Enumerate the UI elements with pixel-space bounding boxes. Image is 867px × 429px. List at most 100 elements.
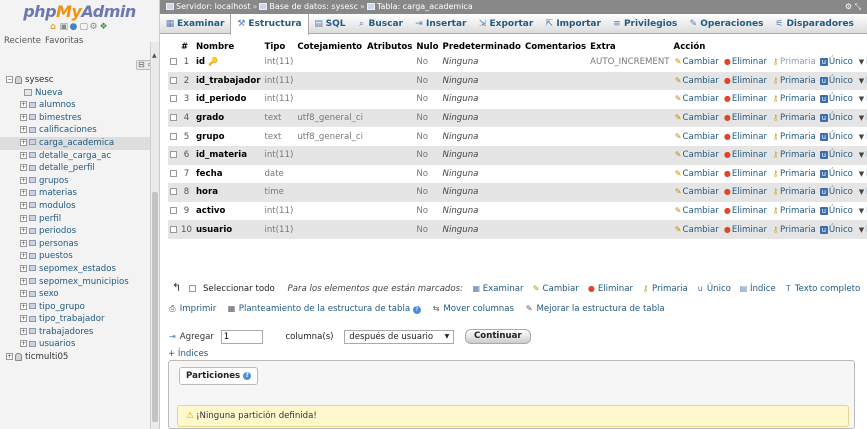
nav-table-detalle_perfil[interactable]: + detalle_perfil — [0, 162, 150, 175]
change-column-link[interactable]: ✎Cambiar — [674, 169, 719, 179]
row-checkbox[interactable] — [170, 169, 177, 177]
select-all-checkbox[interactable] — [189, 285, 197, 292]
tab-estructura[interactable]: ⚒ Estructura — [230, 14, 309, 35]
row-checkbox[interactable] — [170, 76, 177, 84]
tab-disparadores[interactable]: ⚟ Disparadores — [769, 14, 859, 34]
nav-table-puestos[interactable]: + puestos — [0, 250, 150, 263]
nav-table-detalle_carga_ac[interactable]: + detalle_carga_ac — [0, 150, 150, 163]
change-column-link[interactable]: ✎Cambiar — [674, 150, 719, 160]
bulk-primaria-button[interactable]: ⚷ Primaria — [641, 284, 688, 294]
breadcrumb-database[interactable]: Base de datos: sysesc — [269, 2, 358, 11]
row-checkbox[interactable] — [170, 207, 177, 215]
nav-table-carga_academica[interactable]: + carga_academica — [0, 136, 150, 150]
change-column-link[interactable]: ✎Cambiar — [674, 94, 719, 104]
drop-column-link[interactable]: ●Eliminar — [723, 206, 767, 216]
change-column-link[interactable]: ✎Cambiar — [674, 187, 719, 197]
bulk-examinar-button[interactable]: ▦ Examinar — [472, 284, 523, 294]
expand-icon[interactable]: + — [20, 290, 27, 298]
expand-icon[interactable]: − — [6, 76, 13, 83]
drop-column-link[interactable]: ●Eliminar — [723, 169, 767, 179]
more-actions-dropdown[interactable]: ▼Más — [857, 187, 867, 197]
expand-icon[interactable]: + — [20, 113, 27, 121]
nav-table-perfil[interactable]: + perfil — [0, 213, 150, 226]
bulk-eliminar-button[interactable]: ● Eliminar — [587, 284, 633, 294]
expand-icon[interactable]: + — [20, 189, 27, 197]
primary-key-link[interactable]: ⚷ Primaria — [771, 76, 816, 86]
unique-link[interactable]: u Único — [819, 169, 853, 179]
docs-icon[interactable]: ▢ — [80, 22, 90, 32]
propose-structure-link[interactable]: ▦ Planteamiento de la estructura de tabl… — [227, 304, 421, 314]
change-column-link[interactable]: ✎Cambiar — [674, 76, 719, 86]
unique-link[interactable]: u Único — [819, 132, 853, 142]
expand-icon[interactable]: + — [20, 201, 27, 209]
column-name[interactable]: fecha — [196, 169, 223, 179]
nav-table-tipo_grupo[interactable]: + tipo_grupo — [0, 301, 150, 314]
nav-tab-recent[interactable]: Reciente — [4, 36, 41, 46]
more-actions-dropdown[interactable]: ▼Más — [857, 169, 867, 179]
drop-column-link[interactable]: ●Eliminar — [723, 113, 767, 123]
nav-scrollbar[interactable]: ▲ — [150, 42, 159, 429]
primary-key-link[interactable]: ⚷ Primaria — [771, 113, 816, 123]
nav-table-grupos[interactable]: + grupos — [0, 175, 150, 188]
column-name[interactable]: activo — [196, 206, 225, 216]
drop-column-link[interactable]: ●Eliminar — [723, 187, 767, 197]
bulk-único-button[interactable]: u Único — [696, 284, 731, 294]
nav-table-sexo[interactable]: + sexo — [0, 288, 150, 301]
row-checkbox[interactable] — [170, 151, 177, 159]
expand-icon[interactable]: + — [20, 164, 27, 172]
move-columns-link[interactable]: ⇆ Mover columnas — [432, 304, 514, 314]
tab-operaciones[interactable]: ✎ Operaciones — [683, 14, 769, 34]
help-icon[interactable]: ? — [412, 306, 421, 314]
bulk-cambiar-button[interactable]: ✎ Cambiar — [532, 284, 579, 294]
unique-link[interactable]: u Único — [819, 113, 853, 123]
primary-key-link[interactable]: ⚷ Primaria — [771, 150, 816, 160]
expand-icon[interactable]: + — [6, 353, 13, 361]
primary-key-link[interactable]: ⚷ Primaria — [771, 132, 816, 142]
primary-key-link[interactable]: ⚷ Primaria — [771, 169, 816, 179]
unique-link[interactable]: u Único — [819, 94, 853, 104]
more-actions-dropdown[interactable]: ▼Más — [857, 132, 867, 142]
drop-column-link[interactable]: ●Eliminar — [723, 132, 767, 142]
row-checkbox[interactable] — [170, 188, 177, 196]
primary-key-link[interactable]: ⚷ Primaria — [771, 225, 816, 235]
column-name[interactable]: grado — [196, 113, 224, 123]
tab-examinar[interactable]: ▦ Examinar — [160, 14, 230, 34]
expand-icon[interactable]: + — [20, 252, 27, 260]
tab-insertar[interactable]: ⇥ Insertar — [409, 14, 472, 34]
column-name[interactable]: id — [196, 57, 205, 67]
bulk-texto-completo-button[interactable]: T Texto completo — [784, 284, 860, 294]
scroll-up-icon[interactable]: ▲ — [152, 52, 157, 59]
tab-buscar[interactable]: ⌕ Buscar — [352, 14, 409, 34]
row-checkbox[interactable] — [170, 114, 177, 122]
more-actions-dropdown[interactable]: ▼Más — [857, 94, 867, 104]
collapse-icon[interactable]: ⤡ — [855, 2, 861, 11]
column-name[interactable]: usuario — [196, 225, 232, 235]
nav-table-calificaciones[interactable]: + calificaciones — [0, 124, 150, 137]
unique-link[interactable]: u Único — [819, 187, 853, 197]
nav-table-alumnos[interactable]: + alumnos — [0, 99, 150, 112]
expand-icon[interactable]: + — [20, 327, 27, 335]
column-name[interactable]: id_periodo — [196, 94, 247, 104]
nav-database-ticmulti05[interactable]: + ticmulti05 — [0, 351, 150, 364]
expand-icon[interactable]: + — [20, 126, 27, 134]
tab-exportar[interactable]: ⇲ Exportar — [472, 14, 539, 34]
nav-table-tipo_trabajador[interactable]: + tipo_trabajador — [0, 313, 150, 326]
tab-sql[interactable]: ▤ SQL — [309, 14, 352, 34]
expand-icon[interactable]: + — [20, 264, 27, 272]
nav-table-periodos[interactable]: + periodos — [0, 225, 150, 238]
nav-table-modulos[interactable]: + modulos — [0, 200, 150, 213]
nav-table-sepomex_municipios[interactable]: + sepomex_municipios — [0, 276, 150, 289]
more-actions-dropdown[interactable]: ▼Más — [857, 113, 867, 123]
row-checkbox[interactable] — [170, 132, 177, 140]
column-name[interactable]: id_trabajador — [196, 76, 261, 86]
change-column-link[interactable]: ✎Cambiar — [674, 132, 719, 142]
row-checkbox[interactable] — [170, 58, 177, 66]
tab-importar[interactable]: ⇱ Importar — [539, 14, 607, 34]
drop-column-link[interactable]: ●Eliminar — [723, 94, 767, 104]
tab-privilegios[interactable]: ≡ Privilegios — [607, 14, 683, 34]
drop-column-link[interactable]: ●Eliminar — [723, 57, 767, 67]
more-actions-dropdown[interactable]: ▼Más — [857, 225, 867, 235]
indexes-toggle-link[interactable]: + Índices — [168, 349, 208, 359]
expand-icon[interactable]: + — [20, 227, 27, 235]
unique-link[interactable]: u Único — [819, 206, 853, 216]
